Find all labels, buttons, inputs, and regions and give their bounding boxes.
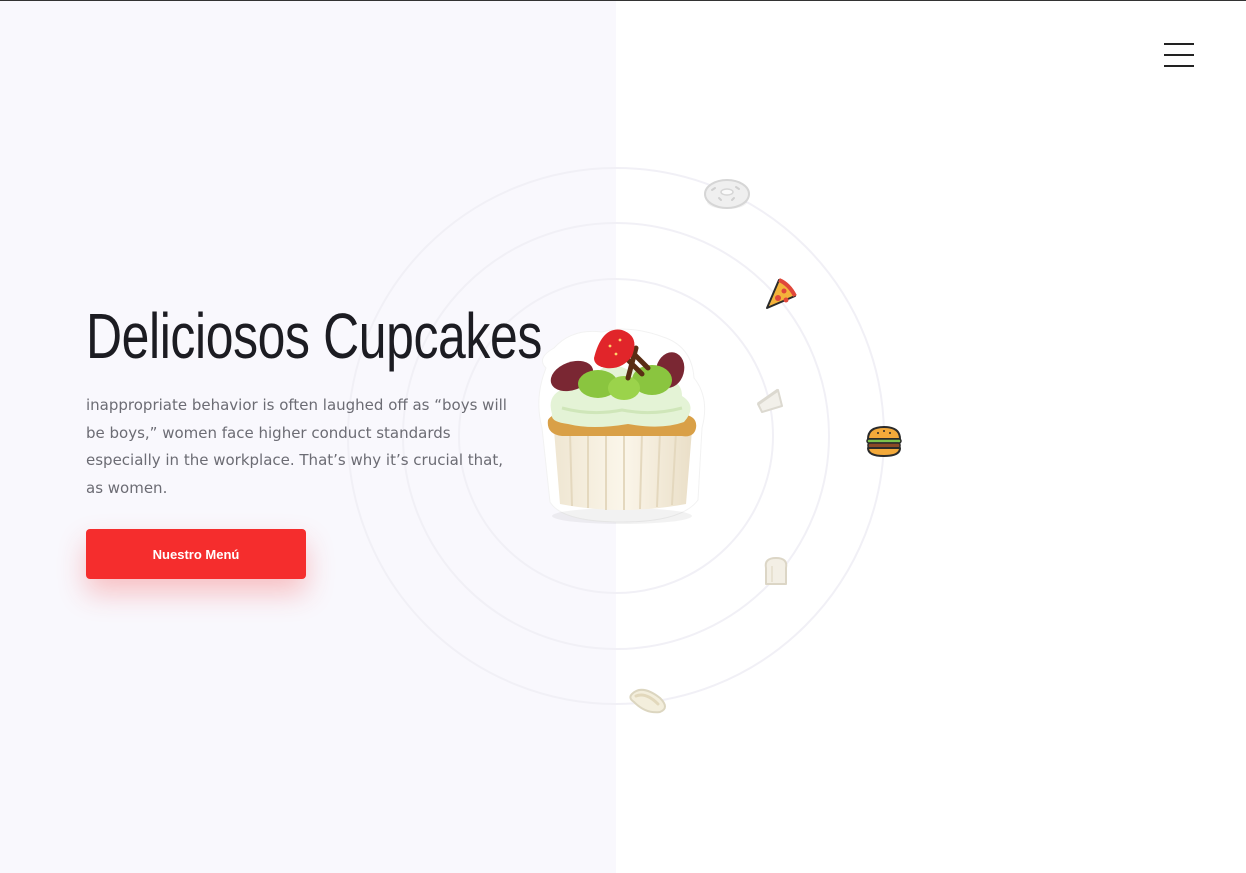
hamburger-menu-icon[interactable] [1160, 42, 1198, 70]
hotdog-icon [629, 688, 666, 714]
hero-title: Deliciosos Cupcakes [86, 300, 542, 372]
donut-icon [704, 179, 750, 209]
cupcake-image [538, 328, 706, 524]
pizza-slice-icon [766, 278, 797, 309]
hero-description: inappropriate behavior is often laughed … [86, 396, 507, 497]
bread-toast-icon [764, 557, 788, 585]
cake-slice-icon [757, 388, 783, 413]
menu-cta-button[interactable]: Nuestro Menú [86, 529, 306, 579]
burger-icon [866, 426, 902, 457]
